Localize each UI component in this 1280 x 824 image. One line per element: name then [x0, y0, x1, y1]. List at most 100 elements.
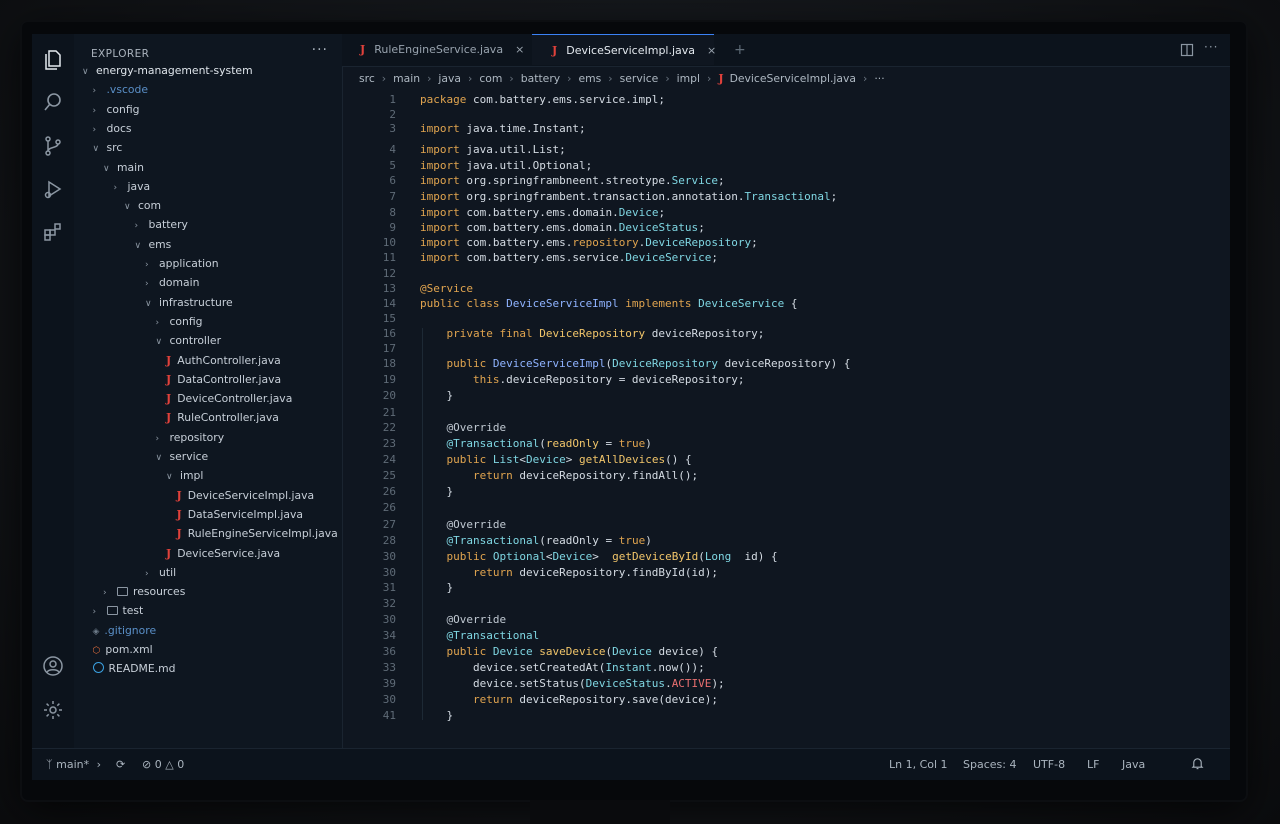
breadcrumb-item[interactable]: service: [620, 72, 659, 85]
breadcrumb-item[interactable]: src: [359, 72, 375, 85]
folder-item[interactable]: ∨ com: [124, 197, 161, 215]
folder-item[interactable]: ∨ controller: [156, 332, 222, 350]
file-item[interactable]: J AuthController.java: [166, 352, 281, 370]
code-text: return deviceRepository.findAll();: [472, 469, 699, 482]
folder-item[interactable]: ∨ infrastructure: [145, 294, 233, 312]
tab-device-service-impl[interactable]: J DeviceServiceImpl.java ×: [532, 34, 716, 65]
tab-close-icon[interactable]: ×: [515, 43, 524, 56]
breadcrumb-item[interactable]: DeviceServiceImpl.java: [730, 72, 856, 85]
code-text: public List<Device> getAllDevices() {: [446, 453, 692, 466]
folder-item[interactable]: ∨ energy-management-system: [82, 62, 253, 80]
source-control-icon[interactable]: [41, 134, 65, 158]
breadcrumb-item[interactable]: com: [479, 72, 502, 85]
settings-gear-icon[interactable]: [41, 698, 65, 722]
code-line: 30 public Optional<Device> getDeviceById…: [342, 549, 778, 565]
line-number: 25: [382, 469, 396, 482]
tree-item-label: ems: [148, 237, 172, 251]
code-line: 20 }: [342, 388, 453, 404]
java-file-icon: J: [552, 44, 558, 57]
encoding-status[interactable]: UTF-8: [1033, 749, 1065, 780]
breadcrumb-item[interactable]: java: [438, 72, 461, 85]
file-item[interactable]: J DataServiceImpl.java: [177, 506, 304, 524]
folder-item[interactable]: ∨ impl: [166, 467, 203, 485]
chevron-right-icon: ›: [96, 758, 101, 771]
breadcrumb-item[interactable]: main: [393, 72, 420, 85]
explorer-sidebar: EXPLORER ··· ∨ energy-management-system ›.…: [74, 34, 343, 748]
chevron-down-icon: ∨: [166, 472, 173, 483]
account-icon[interactable]: [41, 654, 65, 678]
folder-item[interactable]: ∨ ems: [135, 236, 172, 254]
chevron-right-icon: ›: [608, 72, 613, 85]
code-line: 24 public List<Device> getAllDevices() {: [342, 452, 692, 468]
search-icon[interactable]: [41, 90, 65, 114]
chevron-down-icon: ∨: [124, 202, 131, 213]
folder-item[interactable]: › config: [93, 101, 140, 119]
run-debug-icon[interactable]: [41, 177, 65, 201]
file-item[interactable]: ◈ .gitignore: [93, 622, 157, 640]
explorer-more-actions-icon[interactable]: ···: [312, 42, 328, 58]
folder-item[interactable]: › docs: [93, 120, 132, 138]
tab-label: DeviceServiceImpl.java: [566, 44, 696, 57]
breadcrumb-item[interactable]: ems: [579, 72, 602, 85]
line-number: 33: [382, 661, 396, 674]
folder-item[interactable]: › application: [145, 255, 219, 273]
indentation-status[interactable]: Spaces: 4: [963, 749, 1016, 780]
chevron-right-icon: ›: [103, 588, 107, 599]
notifications-bell-icon[interactable]: [1191, 749, 1204, 780]
code-line: 6 import org.springframbneent.streotype.S…: [342, 173, 724, 189]
chevron-down-icon: ∨: [82, 67, 89, 77]
new-tab-plus-icon[interactable]: +: [734, 34, 746, 66]
file-item[interactable]: J DeviceService.java: [166, 545, 280, 563]
split-editor-icon[interactable]: [1180, 43, 1194, 60]
code-line: 28 @Transactional(readOnly = true): [342, 533, 652, 549]
editor-more-actions-icon[interactable]: ···: [1204, 40, 1218, 54]
line-number: 24: [382, 453, 396, 466]
tab-rule-engine-service[interactable]: J RuleEngineService.java ×: [342, 34, 528, 66]
chevron-right-icon: ›: [145, 260, 149, 270]
folder-item[interactable]: › battery: [135, 216, 188, 234]
file-item[interactable]: README.md: [92, 660, 175, 678]
breadcrumb-more[interactable]: ···: [874, 72, 884, 85]
tab-close-icon[interactable]: ×: [707, 44, 716, 57]
folder-item[interactable]: › .vscode: [93, 81, 149, 99]
line-number: 28: [382, 534, 396, 547]
breadcrumb-item[interactable]: impl: [677, 72, 700, 85]
code-editor[interactable]: 1 package com.battery.ems.service.impl; 2 3…: [342, 92, 1230, 748]
folder-item[interactable]: › domain: [145, 274, 199, 292]
line-number: 41: [382, 709, 396, 722]
eol-status[interactable]: LF: [1087, 749, 1099, 780]
extensions-icon[interactable]: [41, 220, 65, 244]
folder-item[interactable]: › config: [156, 313, 203, 331]
line-number: 16: [382, 327, 396, 340]
file-item[interactable]: J DataController.java: [166, 371, 281, 389]
file-item[interactable]: ⬡ pom.xml: [93, 641, 153, 659]
folder-item[interactable]: › java: [114, 178, 151, 196]
code-text: @Transactional: [446, 629, 540, 642]
line-number: 30: [382, 613, 396, 626]
cursor-position[interactable]: Ln 1, Col 1: [889, 749, 948, 780]
code-text: public Device saveDevice(Device device) …: [446, 645, 719, 658]
file-item[interactable]: J RuleController.java: [166, 409, 279, 427]
folder-item[interactable]: ∨ service: [156, 448, 209, 466]
code-text: public DeviceServiceImpl(DeviceRepositor…: [446, 357, 851, 370]
folder-item[interactable]: › repository: [156, 429, 225, 447]
file-item[interactable]: J DeviceServiceImpl.java: [177, 487, 315, 505]
folder-item[interactable]: › resources: [103, 583, 185, 601]
breadcrumb-item[interactable]: battery: [521, 72, 560, 85]
line-number: 31: [382, 581, 396, 594]
folder-item[interactable]: ∨ main: [103, 159, 144, 177]
file-item[interactable]: J DeviceController.java: [166, 390, 292, 408]
problems-status[interactable]: ⊘ 0 △ 0: [142, 749, 184, 780]
line-number: 39: [382, 677, 396, 690]
chevron-right-icon: ›: [863, 72, 868, 85]
explorer-files-icon[interactable]: [41, 48, 65, 72]
file-item[interactable]: J RuleEngineServiceImpl.java: [177, 525, 338, 543]
language-mode[interactable]: Java: [1122, 749, 1145, 780]
folder-item[interactable]: › test: [93, 602, 144, 620]
sync-icon[interactable]: ⟳: [116, 749, 125, 780]
folder-item[interactable]: ∨ src: [93, 139, 123, 157]
folder-item[interactable]: › util: [145, 564, 176, 582]
git-branch-status[interactable]: ᛉ main* ›: [46, 749, 101, 780]
java-file-icon: J: [166, 372, 172, 386]
chevron-right-icon: ›: [567, 72, 572, 85]
